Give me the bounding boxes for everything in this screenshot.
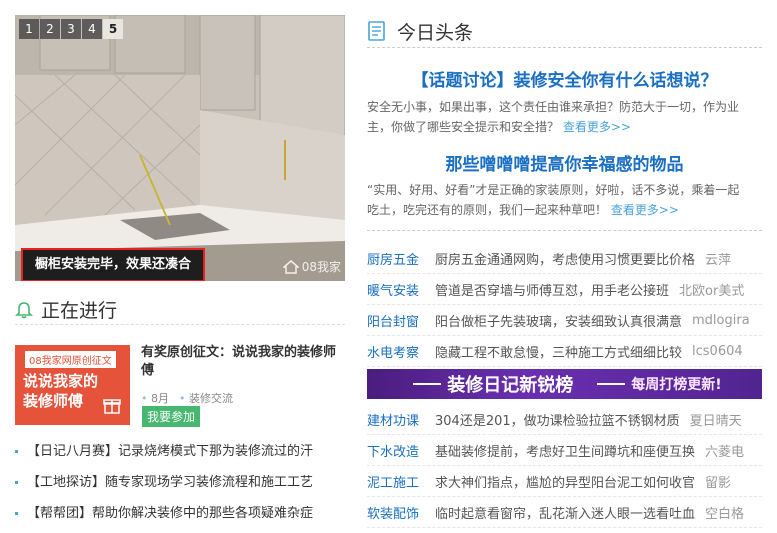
row-text[interactable]: 304还是201，做功课检验拉篮不锈钢材质: [435, 410, 680, 429]
row-text[interactable]: 厨房五金通通网购，考虑使用习惯更要比价格: [435, 249, 695, 268]
headlines-header: 今日头条: [367, 15, 762, 48]
headline-2-text: “实用、好用、好看”才是正确的家装原则，好啦，话不多说，乘着一起吃土，吃完还有的…: [367, 183, 740, 217]
house-logo-icon: [282, 259, 299, 274]
row-category[interactable]: 下水改造: [367, 441, 435, 460]
list-item[interactable]: 【帮帮团】帮助你解决装修中的那些各项疑难杂症: [15, 502, 345, 533]
row-category[interactable]: 厨房五金: [367, 249, 435, 268]
headline-1-text: 安全无小事，如果出事，这个责任由谁来承担？防范大于一切，作为业主，你做了哪些安全…: [367, 100, 740, 134]
gift-icon: [103, 399, 121, 414]
slide-page-5[interactable]: 5: [103, 19, 123, 39]
headline-1[interactable]: 【话题讨论】装修安全你有什么话想说？: [367, 66, 762, 91]
headline-2-more-link[interactable]: 查看更多>>: [611, 203, 679, 217]
row-user[interactable]: 留影: [705, 472, 731, 491]
divider: [367, 230, 762, 231]
slide-watermark: 08我家: [282, 258, 341, 275]
promo-info: 有奖原创征文：说说我家的装修师傅 8月 装修交流: [141, 344, 346, 406]
headline-2[interactable]: 那些噌噌噌提高你幸福感的物品: [367, 150, 762, 175]
diary-row: 暖气安装 管道是否穿墙与师傅互怼，用手老公接班 北欧or美式: [367, 274, 762, 305]
headline-2-desc: “实用、好用、好看”才是正确的家装原则，好啦，话不多说，乘着一起吃土，吃完还有的…: [367, 180, 747, 220]
diary-row: 阳台封窗 阳台做柜子先装玻璃，安装细致认真很满意 mdlogira: [367, 305, 762, 336]
join-button[interactable]: 我要参加: [142, 406, 201, 427]
row-user[interactable]: 六菱电: [705, 441, 744, 460]
row-user[interactable]: lcs0604: [692, 344, 743, 359]
promo-image[interactable]: 08我家网原创征文 说说我家的 装修师傅: [15, 345, 130, 425]
ranking-banner[interactable]: 装修日记新锐榜 每周打榜更新!: [367, 369, 762, 399]
slide-page-1[interactable]: 1: [19, 19, 39, 39]
promo-tag: 08我家网原创征文: [25, 351, 116, 368]
row-user[interactable]: mdlogira: [692, 313, 750, 328]
row-category[interactable]: 建材功课: [367, 410, 435, 429]
row-user[interactable]: 夏日晴天: [690, 410, 742, 429]
banner-dash-left: [413, 383, 442, 385]
slide-pager: 1 2 3 4 5: [19, 19, 123, 39]
list-item[interactable]: 【工地探访】随专家现场学习装修流程和施工工艺: [15, 471, 345, 502]
promo-month: 8月: [141, 390, 169, 406]
diary-rows-top: 厨房五金 厨房五金通通网购，考虑使用习惯更要比价格 云萍 暖气安装 管道是否穿墙…: [367, 243, 762, 367]
promo-meta: 8月 装修交流: [141, 390, 346, 406]
promo-category[interactable]: 装修交流: [179, 390, 233, 406]
diary-row: 厨房五金 厨房五金通通网购，考虑使用习惯更要比价格 云萍: [367, 243, 762, 274]
slide-caption[interactable]: 橱柜安装完毕，效果还凑合: [21, 248, 206, 281]
row-text[interactable]: 隐藏工程不敢怠慢，三种施工方式细细比较: [435, 342, 682, 361]
row-category[interactable]: 软装配饰: [367, 503, 435, 522]
promo-line-1: 说说我家的: [23, 372, 99, 390]
row-user[interactable]: 北欧or美式: [679, 280, 744, 299]
slide-photo[interactable]: [15, 15, 345, 281]
row-text[interactable]: 阳台做柜子先装玻璃，安装细致认真很满意: [435, 311, 682, 330]
promo-title[interactable]: 有奖原创征文：说说我家的装修师傅: [141, 344, 346, 380]
row-text[interactable]: 求大神们指点，尴尬的异型阳台泥工如何收官: [435, 472, 695, 491]
diary-row: 泥工施工 求大神们指点，尴尬的异型阳台泥工如何收官 留影: [367, 466, 762, 497]
diary-rows-bottom: 建材功课 304还是201，做功课检验拉篮不锈钢材质 夏日晴天 下水改造 基础装…: [367, 404, 762, 528]
headline-1-desc: 安全无小事，如果出事，这个责任由谁来承担？防范大于一切，作为业主，你做了哪些安全…: [367, 97, 747, 137]
row-category[interactable]: 暖气安装: [367, 280, 435, 299]
bell-icon: [15, 301, 33, 318]
list-item[interactable]: 【日记八月赛】记录烧烤模式下那为装修流过的汗: [15, 440, 345, 471]
row-text[interactable]: 临时起意看窗帘，乱花渐入迷人眼一选看吐血: [435, 503, 695, 522]
slide-page-3[interactable]: 3: [61, 19, 81, 39]
ongoing-list: 【日记八月赛】记录烧烤模式下那为装修流过的汗 【工地探访】随专家现场学习装修流程…: [15, 440, 345, 533]
headline-1-more-link[interactable]: 查看更多>>: [563, 120, 631, 134]
row-user[interactable]: 云萍: [705, 249, 731, 268]
banner-sub-text: 每周打榜更新!: [631, 377, 722, 393]
slide-page-4[interactable]: 4: [82, 19, 102, 39]
diary-row: 下水改造 基础装修提前，考虑好卫生间蹲坑和座便互换 六菱电: [367, 435, 762, 466]
diary-row: 建材功课 304还是201，做功课检验拉篮不锈钢材质 夏日晴天: [367, 404, 762, 435]
slide-page-2[interactable]: 2: [40, 19, 60, 39]
row-category[interactable]: 水电考察: [367, 342, 435, 361]
row-text[interactable]: 基础装修提前，考虑好卫生间蹲坑和座便互换: [435, 441, 695, 460]
row-user[interactable]: 空白格: [705, 503, 744, 522]
row-text[interactable]: 管道是否穿墙与师傅互怼，用手老公接班: [435, 280, 669, 299]
diary-row: 软装配饰 临时起意看窗帘，乱花渐入迷人眼一选看吐血 空白格: [367, 497, 762, 528]
banner-main-text: 装修日记新锐榜: [447, 375, 574, 396]
watermark-text: 08我家: [301, 260, 341, 274]
row-category[interactable]: 泥工施工: [367, 472, 435, 491]
ongoing-header: 正在进行: [15, 295, 345, 325]
news-doc-icon: [368, 21, 385, 41]
image-slider[interactable]: 1 2 3 4 5 橱柜安装完毕，效果还凑合 08我家: [15, 15, 345, 281]
ongoing-title: 正在进行: [41, 300, 118, 322]
banner-dash-right: [597, 383, 626, 385]
diary-row: 水电考察 隐藏工程不敢怠慢，三种施工方式细细比较 lcs0604: [367, 336, 762, 367]
row-category[interactable]: 阳台封窗: [367, 311, 435, 330]
headlines-title: 今日头条: [397, 21, 474, 44]
